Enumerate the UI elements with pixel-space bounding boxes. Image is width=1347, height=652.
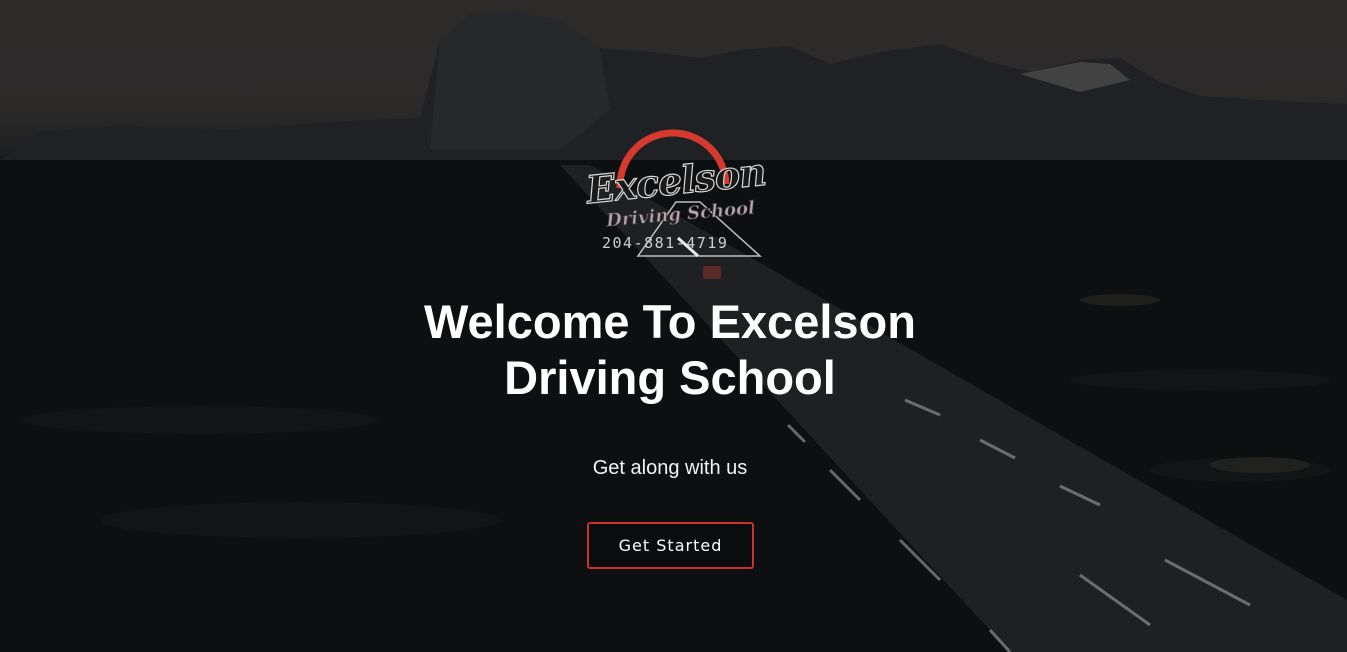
logo-phone-number: 204-881-4719 [602, 234, 729, 252]
hero-section: Excelson Driving School 204-881-4719 Wel… [0, 0, 1347, 652]
get-started-button[interactable]: Get Started [587, 522, 754, 569]
hero-tagline: Get along with us [592, 457, 748, 479]
hero-title: Welcome To Excelson Driving School [424, 295, 916, 404]
brand-logo[interactable]: Excelson Driving School 204-881-4719 [580, 128, 768, 262]
